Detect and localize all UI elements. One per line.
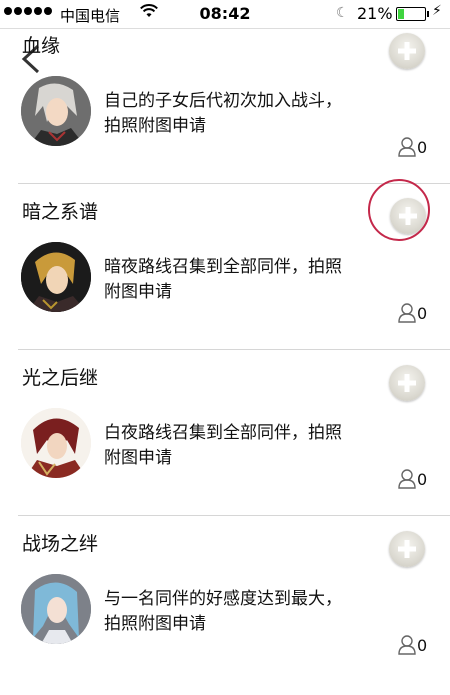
battery-icon <box>396 7 429 21</box>
achievement-description: 自己的子女后代初次加入战斗，拍照附图申请 <box>104 91 342 136</box>
count-value: 0 <box>417 469 428 489</box>
avatar <box>21 242 91 312</box>
participant-count: 0 <box>398 137 427 157</box>
highlight-circle-annotation <box>368 179 430 241</box>
person-outline-icon <box>398 303 416 323</box>
achievement-title: 光之后继 <box>22 367 99 389</box>
header-divider <box>0 28 450 29</box>
battery-percent: 21% <box>357 4 393 23</box>
status-bar: 中国电信 08:42 ☾ 21% ⚡ <box>0 0 450 28</box>
achievement-title: 战场之绊 <box>22 533 99 555</box>
avatar <box>21 408 91 478</box>
count-value: 0 <box>417 137 428 157</box>
person-outline-icon <box>398 469 416 489</box>
participant-count: 0 <box>398 635 427 655</box>
character-portrait-icon <box>21 242 91 312</box>
participant-count: 0 <box>398 469 427 489</box>
participant-count: 0 <box>398 303 427 323</box>
plus-icon <box>398 42 416 60</box>
count-value: 0 <box>417 303 428 323</box>
achievement-description: 与一名同伴的好感度达到最大，拍照附图申请 <box>104 589 342 634</box>
avatar <box>21 574 91 644</box>
add-button[interactable] <box>389 365 425 401</box>
achievement-description: 白夜路线召集到全部同伴，拍照附图申请 <box>104 423 342 468</box>
charging-bolt-icon: ⚡ <box>432 3 442 19</box>
item-divider <box>18 349 450 350</box>
add-button[interactable] <box>389 33 425 69</box>
item-divider <box>18 515 450 516</box>
list-item: 战场之绊 与一名同伴的好感度达到最大，拍照附图申请 0 <box>0 529 450 695</box>
avatar <box>21 76 91 146</box>
person-outline-icon <box>398 137 416 157</box>
achievement-title: 暗之系谱 <box>22 201 99 223</box>
count-value: 0 <box>417 635 428 655</box>
character-portrait-icon <box>21 408 91 478</box>
character-portrait-icon <box>21 76 91 146</box>
character-portrait-icon <box>21 574 91 644</box>
plus-icon <box>398 540 416 558</box>
achievement-title: 血缘 <box>22 35 61 57</box>
list-item: 光之后继 白夜路线召集到全部同伴，拍照附图申请 0 <box>0 363 450 529</box>
do-not-disturb-moon-icon: ☾ <box>336 5 349 21</box>
add-button[interactable] <box>389 531 425 567</box>
person-outline-icon <box>398 635 416 655</box>
plus-icon <box>398 374 416 392</box>
achievement-description: 暗夜路线召集到全部同伴，拍照附图申请 <box>104 257 342 302</box>
list-item: 血缘 自己的子女后代初次加入战斗，拍照附图申请 0 <box>0 31 450 197</box>
